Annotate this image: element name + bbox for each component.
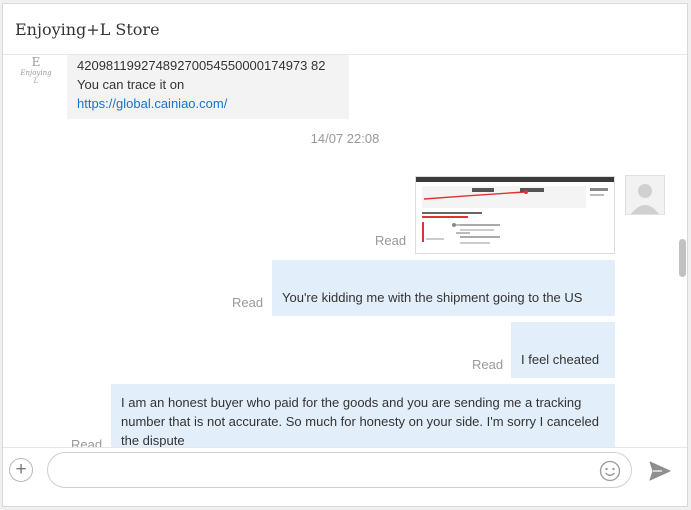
outgoing-message: I feel cheated bbox=[511, 322, 615, 378]
message-input[interactable] bbox=[47, 452, 632, 488]
chat-header: Enjoying+L Store bbox=[3, 4, 687, 55]
message-text: I feel cheated bbox=[521, 352, 600, 367]
smiley-icon[interactable] bbox=[599, 460, 621, 482]
user-silhouette-icon bbox=[631, 184, 659, 214]
send-button[interactable] bbox=[648, 460, 672, 482]
read-status: Read bbox=[375, 233, 407, 248]
image-message[interactable] bbox=[415, 176, 615, 254]
chat-window: Enjoying+L Store E Enjoying L 4209811992… bbox=[2, 3, 688, 507]
outgoing-message: You're kidding me with the shipment goin… bbox=[272, 260, 615, 316]
store-logo-mark: E bbox=[31, 55, 41, 69]
store-avatar: E Enjoying L bbox=[17, 55, 55, 85]
outgoing-message: I am an honest buyer who paid for the go… bbox=[111, 384, 615, 448]
message-list[interactable]: E Enjoying L 420981199274892700545500001… bbox=[3, 55, 687, 448]
store-logo-caption: Enjoying L bbox=[20, 69, 52, 85]
read-status: Read bbox=[472, 357, 504, 372]
message-timestamp: 14/07 22:08 bbox=[310, 131, 380, 146]
read-status: Read bbox=[232, 295, 264, 310]
store-name: Enjoying+L Store bbox=[15, 20, 160, 39]
plus-icon: + bbox=[15, 459, 27, 480]
trace-text: You can trace it on bbox=[77, 77, 185, 92]
message-text: You're kidding me with the shipment goin… bbox=[282, 290, 583, 305]
screenshot-thumbnail bbox=[422, 186, 608, 244]
composer-bar: + bbox=[3, 447, 687, 506]
message-text: I am an honest buyer who paid for the go… bbox=[121, 395, 599, 448]
cainiao-link[interactable]: https://global.cainiao.com/ bbox=[77, 94, 339, 113]
add-attachment-button[interactable]: + bbox=[9, 458, 33, 482]
chat-scrollbar[interactable] bbox=[678, 55, 686, 448]
incoming-message: 42098119927489270054550000174973 82 You … bbox=[67, 55, 349, 119]
user-avatar[interactable] bbox=[625, 175, 665, 215]
tracking-number: 42098119927489270054550000174973 82 bbox=[77, 58, 326, 73]
scrollbar-thumb[interactable] bbox=[679, 239, 686, 277]
